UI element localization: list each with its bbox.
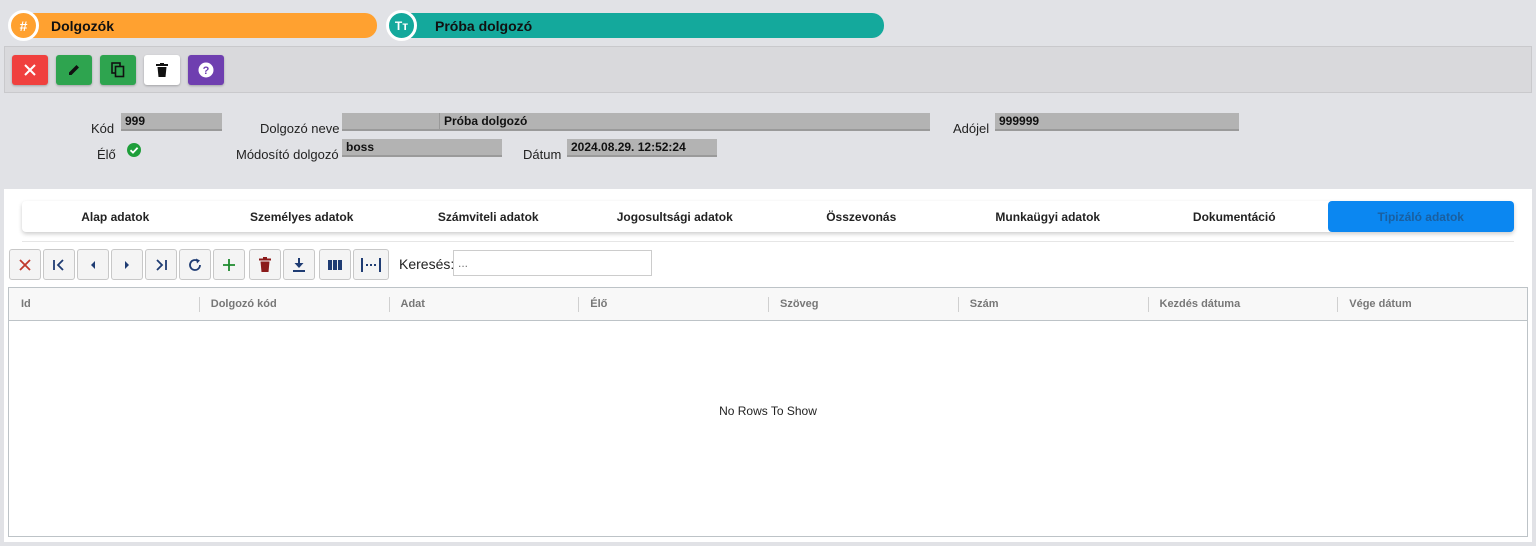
modosito-dolgozo-field[interactable]: boss — [342, 139, 502, 157]
trash-icon — [156, 63, 168, 77]
refresh-icon — [189, 258, 201, 271]
dolgozo-neve-value: Próba dolgozó — [444, 114, 528, 128]
kod-label: Kód — [91, 121, 115, 136]
column-header-szam[interactable]: Szám — [957, 288, 1148, 320]
first-page-icon — [53, 258, 64, 271]
breadcrumb-proba-dolgozo[interactable]: Tт Próba dolgozó — [386, 10, 884, 41]
modosito-dolgozo-label: Módosító dolgozó — [236, 147, 339, 162]
refresh-button[interactable] — [179, 249, 211, 280]
next-page-icon — [125, 260, 129, 269]
tab-dokumentacio[interactable]: Dokumentáció — [1141, 201, 1328, 232]
prev-page-button[interactable] — [77, 249, 109, 280]
columns-icon — [328, 259, 342, 270]
pencil-icon — [69, 65, 79, 75]
adojel-label: Adójel — [953, 121, 990, 136]
close-button[interactable] — [12, 55, 48, 85]
tab-alap-adatok[interactable]: Alap adatok — [22, 201, 209, 232]
tab-szamviteli-adatok[interactable]: Számviteli adatok — [395, 201, 582, 232]
column-header-elo[interactable]: Élő — [578, 288, 768, 320]
check-circle-icon — [127, 143, 141, 157]
column-header-szoveg[interactable]: Szöveg — [768, 288, 958, 320]
tab-jogosultsagi-adatok[interactable]: Jogosultsági adatok — [582, 201, 769, 232]
hash-icon: # — [8, 10, 39, 41]
copy-button[interactable] — [100, 55, 136, 85]
prev-page-icon — [91, 260, 95, 269]
action-toolbar: ? — [4, 46, 1532, 93]
adojel-field[interactable]: 999999 — [995, 113, 1239, 131]
help-icon: ? — [198, 62, 214, 78]
elo-label: Élő — [97, 147, 116, 162]
search-label: Keresés: — [399, 256, 455, 272]
content-panel: Alap adatok Személyes adatok Számviteli … — [4, 189, 1532, 542]
download-icon — [293, 257, 305, 272]
last-page-button[interactable] — [145, 249, 177, 280]
download-button[interactable] — [283, 249, 315, 280]
text-type-icon: Tт — [386, 10, 417, 41]
tab-munkaugyi-adatok[interactable]: Munkaügyi adatok — [955, 201, 1142, 232]
column-header-adat[interactable]: Adat — [388, 288, 579, 320]
help-button[interactable]: ? — [188, 55, 224, 85]
breadcrumb-label: Próba dolgozó — [435, 17, 533, 34]
tab-osszevonas[interactable]: Összevonás — [768, 201, 955, 232]
close-icon — [24, 64, 36, 76]
dolgozo-neve-label: Dolgozó neve — [260, 121, 340, 136]
datum-label: Dátum — [523, 147, 562, 162]
next-page-button[interactable] — [111, 249, 143, 280]
tab-tipizalo-adatok[interactable]: Tipizáló adatok — [1327, 201, 1514, 232]
tab-bar: Alap adatok Személyes adatok Számviteli … — [22, 201, 1514, 232]
svg-text:?: ? — [203, 65, 210, 77]
first-page-button[interactable] — [43, 249, 75, 280]
delete-row-button[interactable] — [249, 249, 281, 280]
column-header-vege-datum[interactable]: Vége dátum — [1337, 288, 1527, 320]
delete-button[interactable] — [144, 55, 180, 85]
breadcrumb-label: Dolgozók — [51, 17, 114, 34]
clear-filter-button[interactable] — [9, 249, 41, 280]
column-header-dolgozo-kod[interactable]: Dolgozó kód — [198, 288, 389, 320]
autosize-icon — [361, 257, 381, 272]
column-header-id[interactable]: Id — [9, 288, 199, 320]
datum-field[interactable]: 2024.08.29. 12:52:24 — [567, 139, 717, 157]
tab-divider — [22, 241, 1514, 242]
breadcrumb-dolgozok[interactable]: # Dolgozók — [8, 10, 377, 41]
add-icon — [223, 258, 235, 271]
delete-icon — [259, 257, 271, 272]
empty-grid-message: No Rows To Show — [719, 404, 817, 418]
grid-header: Id Dolgozó kód Adat Élő Szöveg Szám Kezd… — [9, 288, 1527, 321]
search-input[interactable] — [453, 250, 652, 276]
columns-button[interactable] — [319, 249, 351, 280]
edit-button[interactable] — [56, 55, 92, 85]
tab-szemelyes-adatok[interactable]: Személyes adatok — [209, 201, 396, 232]
kod-field[interactable]: 999 — [121, 113, 222, 131]
copy-icon — [111, 62, 125, 78]
column-header-kezdes-datuma[interactable]: Kezdés dátuma — [1147, 288, 1338, 320]
dolgozo-neve-field[interactable]: Próba dolgozó — [342, 113, 930, 131]
add-button[interactable] — [213, 249, 245, 280]
last-page-icon — [156, 258, 167, 271]
data-grid: Id Dolgozó kód Adat Élő Szöveg Szám Kezd… — [8, 287, 1528, 537]
autosize-button[interactable] — [353, 249, 389, 280]
clear-filter-icon — [19, 258, 31, 271]
